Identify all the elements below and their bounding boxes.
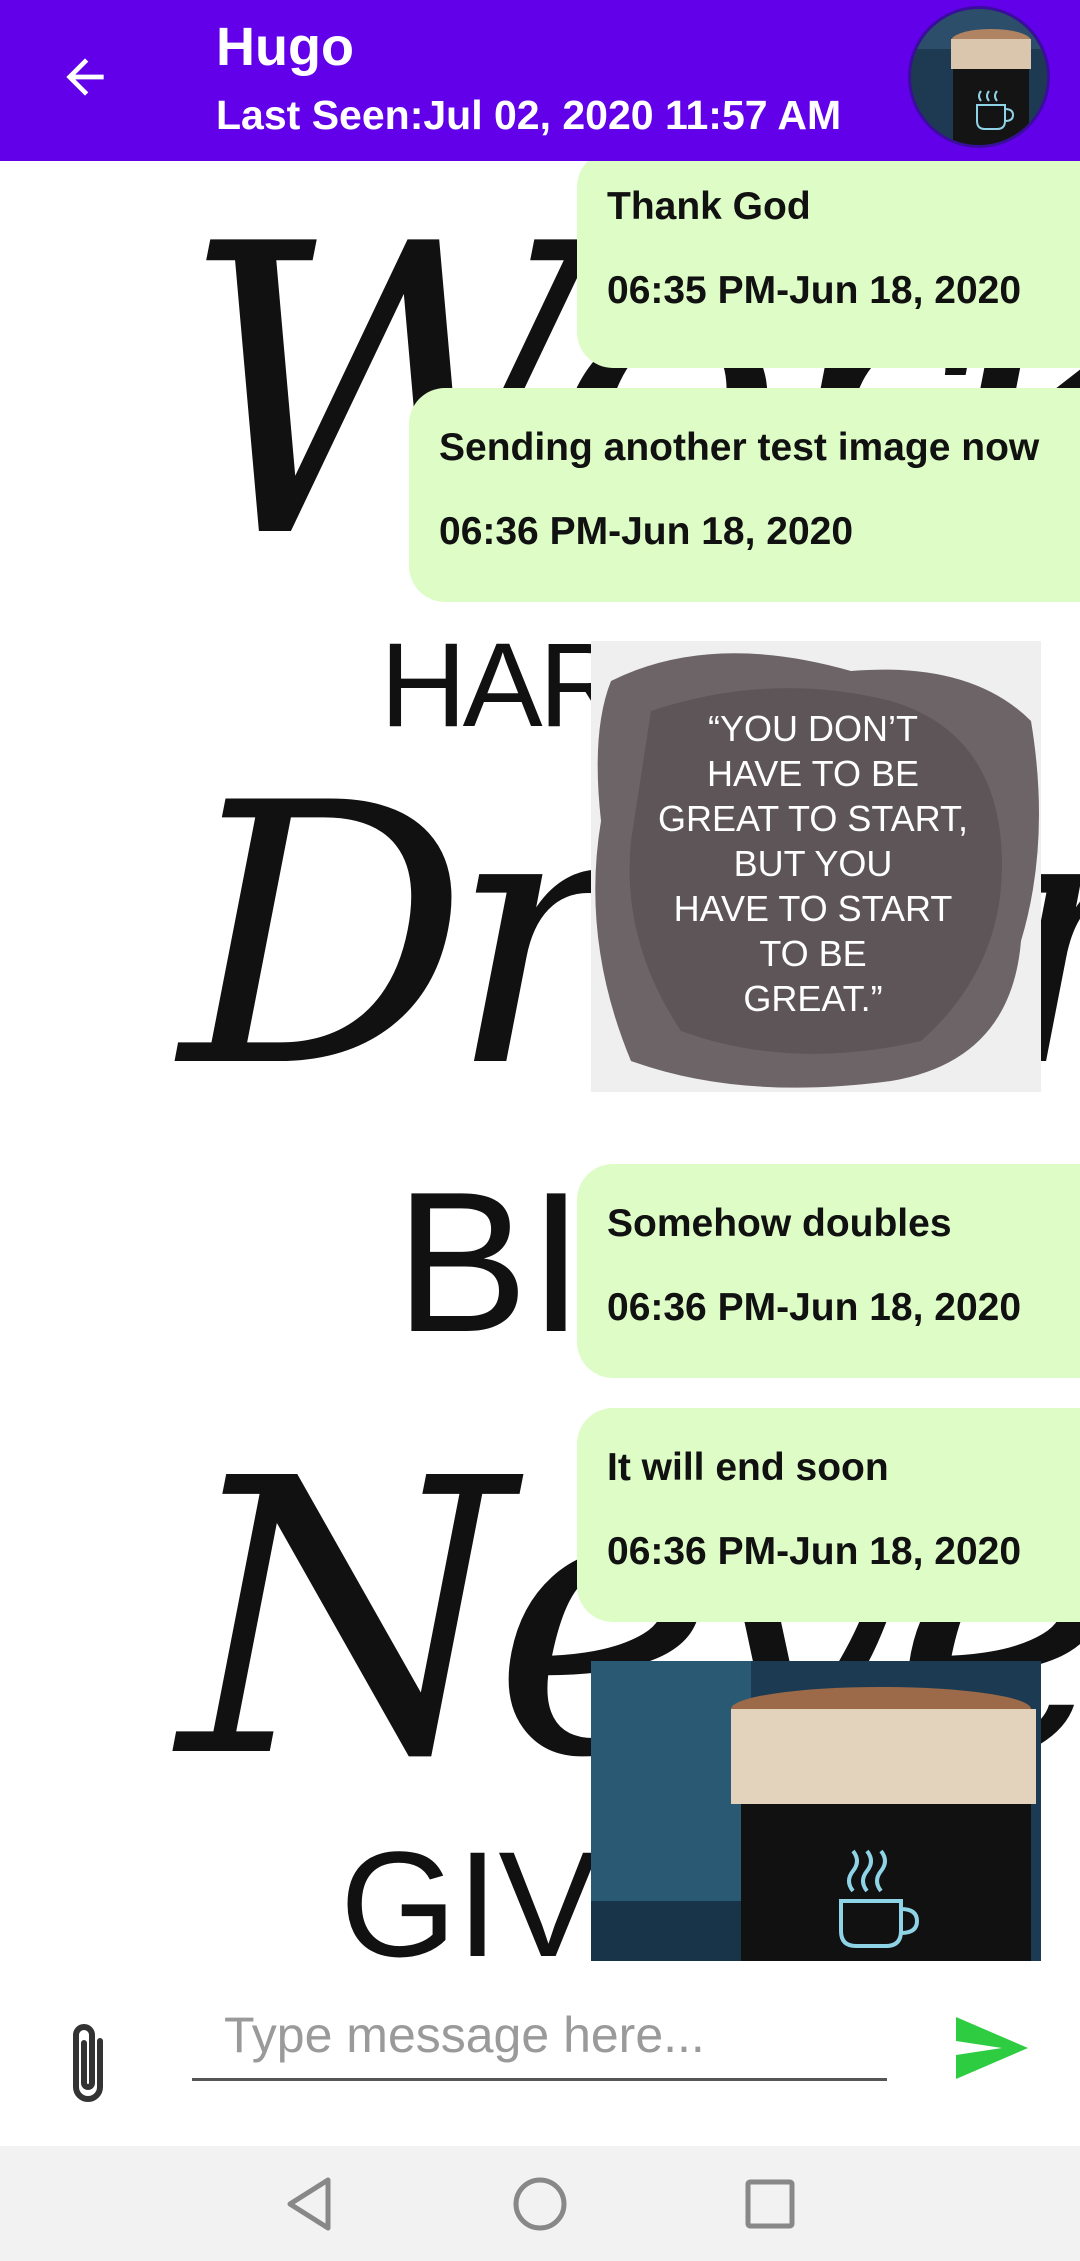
message-bubble[interactable]: It will end soon 06:36 PM-Jun 18, 2020 — [577, 1408, 1080, 1622]
quote-line: GREAT.” — [743, 978, 882, 1019]
message-bubble[interactable]: Somehow doubles 06:36 PM-Jun 18, 2020 — [577, 1164, 1080, 1378]
message-bubble[interactable]: Sending another test image now 06:36 PM-… — [409, 388, 1080, 602]
nav-home-button[interactable] — [508, 2172, 572, 2236]
send-button[interactable] — [952, 2013, 1032, 2083]
quote-image: “YOU DON’T HAVE TO BE GREAT TO START, BU… — [591, 641, 1041, 1092]
back-button[interactable] — [50, 42, 120, 112]
image-message-quote[interactable]: “YOU DON’T HAVE TO BE GREAT TO START, BU… — [591, 641, 1041, 1092]
triangle-back-icon — [287, 2177, 331, 2231]
image-message-coffee[interactable] — [591, 1661, 1041, 1961]
paperclip-icon — [73, 2024, 103, 2102]
message-text: Thank God — [607, 185, 811, 228]
message-timestamp: 06:36 PM-Jun 18, 2020 — [607, 1530, 1022, 1573]
message-text: Sending another test image now — [439, 426, 1040, 469]
last-seen-status: Last Seen:Jul 02, 2020 11:57 AM — [216, 92, 842, 138]
quote-line: GREAT TO START, — [658, 798, 968, 839]
chat-header: Hugo Last Seen:Jul 02, 2020 11:57 AM — [0, 0, 1080, 161]
quote-line: BUT YOU — [734, 843, 893, 884]
avatar[interactable] — [908, 6, 1050, 148]
square-recents-icon — [745, 2179, 795, 2229]
contact-name[interactable]: Hugo — [216, 16, 354, 78]
quote-line: “YOU DON’T — [708, 708, 918, 749]
message-input[interactable] — [192, 1991, 887, 2081]
message-input-bar — [0, 1961, 1080, 2146]
message-bubble[interactable]: Thank God 06:35 PM-Jun 18, 2020 — [577, 161, 1080, 368]
message-text: Somehow doubles — [607, 1202, 952, 1245]
send-icon — [956, 2017, 1028, 2079]
coffee-avatar-image — [911, 9, 1047, 145]
quote-line: HAVE TO START — [674, 888, 953, 929]
message-timestamp: 06:36 PM-Jun 18, 2020 — [607, 1286, 1022, 1329]
arrow-left-icon — [66, 58, 104, 96]
system-navigation-bar — [0, 2146, 1080, 2261]
quote-line: HAVE TO BE — [707, 753, 919, 794]
chat-messages-area[interactable]: Work HARD Dream BIG Never GIVE UP Thank … — [0, 161, 1080, 1961]
quote-line: TO BE — [759, 933, 866, 974]
nav-recents-button[interactable] — [738, 2172, 802, 2236]
circle-home-icon — [513, 2177, 567, 2231]
message-text: It will end soon — [607, 1446, 889, 1489]
coffee-photo — [591, 1661, 1041, 1961]
nav-back-button[interactable] — [278, 2172, 342, 2236]
message-timestamp: 06:35 PM-Jun 18, 2020 — [607, 269, 1022, 312]
attach-button[interactable] — [60, 2021, 120, 2111]
message-timestamp: 06:36 PM-Jun 18, 2020 — [439, 510, 854, 553]
